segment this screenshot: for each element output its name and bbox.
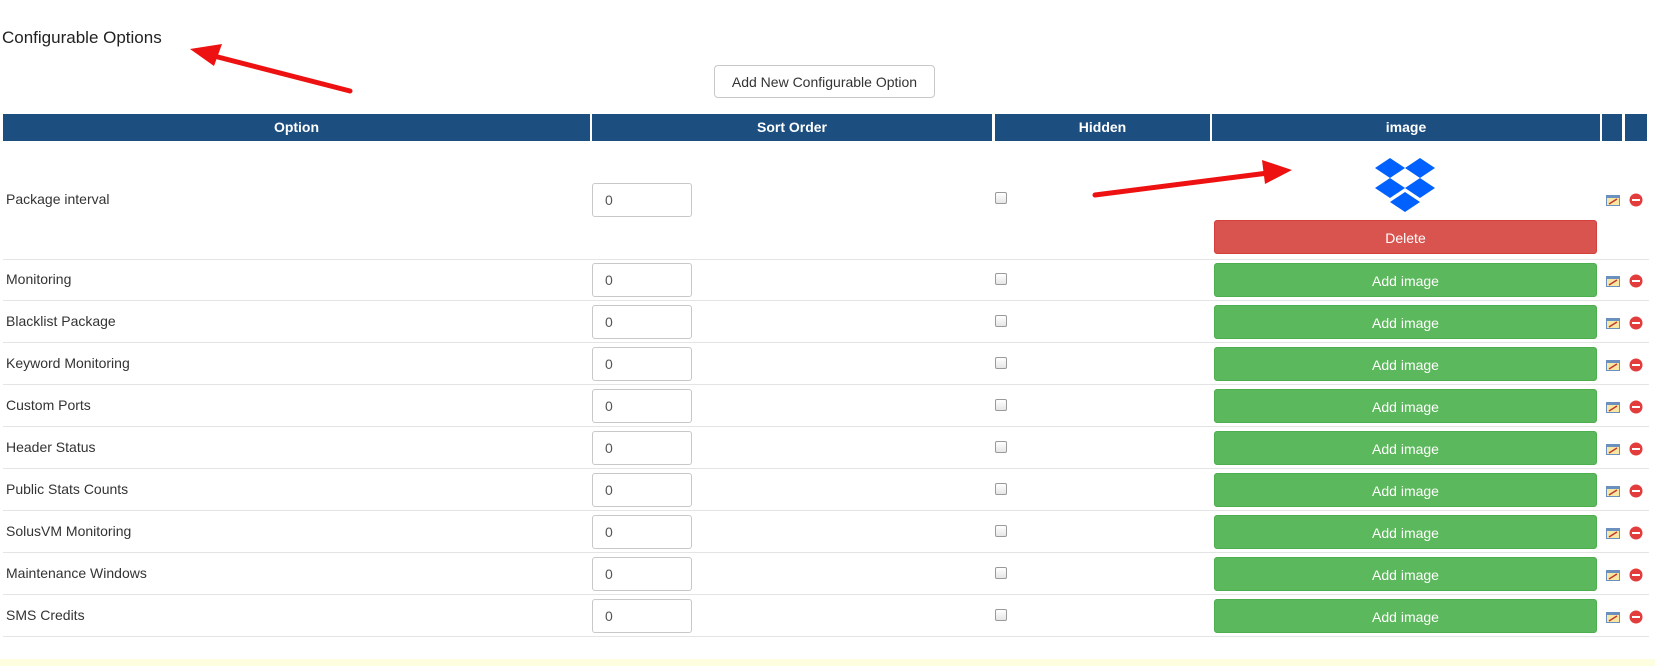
sort-order-input[interactable]: 0 bbox=[592, 473, 692, 507]
add-configurable-option-button[interactable]: Add New Configurable Option bbox=[714, 65, 935, 98]
remove-icon[interactable] bbox=[1629, 610, 1643, 624]
header-option: Option bbox=[3, 114, 590, 141]
option-label: SolusVM Monitoring bbox=[6, 523, 132, 539]
add-image-button[interactable]: Add image bbox=[1214, 515, 1597, 549]
remove-icon[interactable] bbox=[1629, 400, 1643, 414]
remove-icon[interactable] bbox=[1629, 274, 1643, 288]
sort-order-input[interactable]: 0 bbox=[592, 305, 692, 339]
edit-icon[interactable] bbox=[1606, 443, 1621, 456]
hidden-checkbox[interactable] bbox=[995, 483, 1007, 495]
remove-icon[interactable] bbox=[1629, 484, 1643, 498]
option-label: Package interval bbox=[6, 191, 110, 207]
edit-icon[interactable] bbox=[1606, 275, 1621, 288]
header-sort-order: Sort Order bbox=[592, 114, 992, 141]
edit-icon[interactable] bbox=[1606, 194, 1621, 207]
hidden-checkbox[interactable] bbox=[995, 192, 1007, 204]
add-image-button[interactable]: Add image bbox=[1214, 389, 1597, 423]
hidden-checkbox[interactable] bbox=[995, 609, 1007, 621]
add-image-button[interactable]: Add image bbox=[1214, 347, 1597, 381]
option-label: Maintenance Windows bbox=[6, 565, 147, 581]
remove-icon[interactable] bbox=[1629, 358, 1643, 372]
add-image-button[interactable]: Add image bbox=[1214, 599, 1597, 633]
add-image-button[interactable]: Add image bbox=[1214, 305, 1597, 339]
header-image: image bbox=[1212, 114, 1600, 141]
hidden-checkbox[interactable] bbox=[995, 315, 1007, 327]
configurable-options-page: Configurable Options Add New Configurabl… bbox=[0, 0, 1655, 666]
sort-order-input[interactable]: 0 bbox=[592, 515, 692, 549]
section-title: Configurable Options bbox=[2, 28, 162, 47]
remove-icon[interactable] bbox=[1629, 193, 1643, 207]
hidden-checkbox[interactable] bbox=[995, 441, 1007, 453]
edit-icon[interactable] bbox=[1606, 359, 1621, 372]
sort-order-input[interactable]: 0 bbox=[592, 389, 692, 423]
remove-icon[interactable] bbox=[1629, 442, 1643, 456]
add-image-button[interactable]: Add image bbox=[1214, 473, 1597, 507]
option-label: Custom Ports bbox=[6, 397, 91, 413]
red-arrow bbox=[190, 44, 353, 94]
option-label: SMS Credits bbox=[6, 607, 85, 623]
remove-icon[interactable] bbox=[1629, 568, 1643, 582]
sort-order-input[interactable]: 0 bbox=[592, 347, 692, 381]
edit-icon[interactable] bbox=[1606, 401, 1621, 414]
add-image-button[interactable]: Add image bbox=[1214, 263, 1597, 297]
edit-icon[interactable] bbox=[1606, 317, 1621, 330]
sort-order-input[interactable]: 0 bbox=[592, 183, 692, 217]
hidden-checkbox[interactable] bbox=[995, 525, 1007, 537]
header-delete-column bbox=[1625, 114, 1647, 141]
option-label: Public Stats Counts bbox=[6, 481, 129, 497]
hidden-checkbox[interactable] bbox=[995, 357, 1007, 369]
edit-icon[interactable] bbox=[1606, 527, 1621, 540]
header-hidden: Hidden bbox=[995, 114, 1210, 141]
option-label: Blacklist Package bbox=[6, 313, 116, 329]
dropbox-icon bbox=[1375, 158, 1435, 212]
header-edit-column bbox=[1602, 114, 1622, 141]
remove-icon[interactable] bbox=[1629, 316, 1643, 330]
table-header: Option Sort Order Hidden image bbox=[0, 114, 1655, 142]
sort-order-input[interactable]: 0 bbox=[592, 263, 692, 297]
option-label: Monitoring bbox=[6, 271, 72, 287]
delete-image-button[interactable]: Delete bbox=[1214, 220, 1597, 254]
edit-icon[interactable] bbox=[1606, 485, 1621, 498]
add-image-button[interactable]: Add image bbox=[1214, 431, 1597, 465]
option-label: Keyword Monitoring bbox=[6, 355, 130, 371]
hidden-checkbox[interactable] bbox=[995, 273, 1007, 285]
option-label: Header Status bbox=[6, 439, 96, 455]
sort-order-input[interactable]: 0 bbox=[592, 599, 692, 633]
sort-order-input[interactable]: 0 bbox=[592, 431, 692, 465]
edit-icon[interactable] bbox=[1606, 569, 1621, 582]
add-image-button[interactable]: Add image bbox=[1214, 557, 1597, 591]
footer-band bbox=[0, 659, 1655, 666]
edit-icon[interactable] bbox=[1606, 611, 1621, 624]
sort-order-input[interactable]: 0 bbox=[592, 557, 692, 591]
hidden-checkbox[interactable] bbox=[995, 567, 1007, 579]
remove-icon[interactable] bbox=[1629, 526, 1643, 540]
hidden-checkbox[interactable] bbox=[995, 399, 1007, 411]
